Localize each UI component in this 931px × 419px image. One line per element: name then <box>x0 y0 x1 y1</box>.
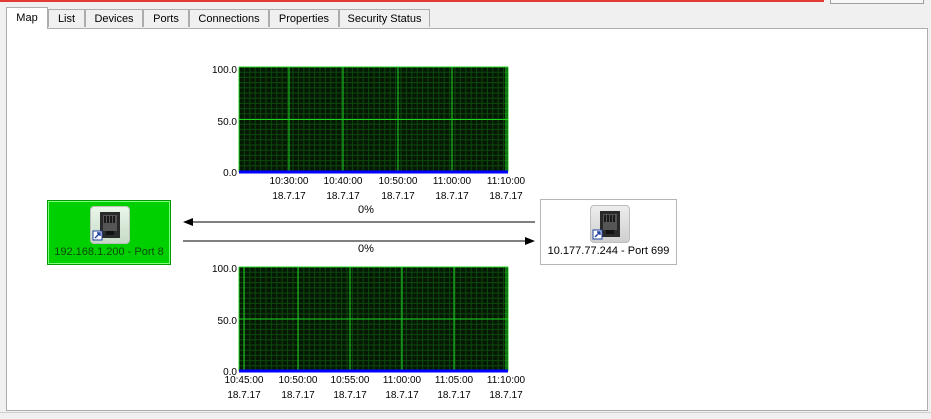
x-tick-date: 18.7.17 <box>333 390 367 401</box>
x-tick-time: 10:50:00 <box>278 375 318 386</box>
tab-map[interactable]: Map <box>6 7 48 29</box>
x-tick-date: 18.7.17 <box>437 390 471 401</box>
x-tick-date: 18.7.17 <box>272 191 306 202</box>
x-tick-time: 10:45:00 <box>224 375 264 386</box>
title-accent-line <box>0 0 824 2</box>
x-tick-time: 10:30:00 <box>269 176 309 187</box>
top-strip <box>0 0 931 4</box>
right-port-node[interactable]: 10.177.77.244 - Port 699 <box>540 199 677 265</box>
tab-security-status[interactable]: Security Status <box>339 9 430 27</box>
y-tick-label: 100.0 <box>211 264 237 275</box>
tab-connections[interactable]: Connections <box>189 9 269 27</box>
bottom-arrow-percent: 0% <box>358 243 374 255</box>
x-tick-date: 18.7.17 <box>385 390 419 401</box>
y-tick-label: 50.0 <box>217 316 237 327</box>
x-tick-date: 18.7.17 <box>326 191 360 202</box>
x-tick-time: 11:00:00 <box>382 375 422 386</box>
x-tick-time: 10:50:00 <box>378 176 418 187</box>
x-tick-date: 18.7.17 <box>489 390 523 401</box>
ethernet-port-icon <box>90 206 130 244</box>
x-tick-time: 11:05:00 <box>434 375 474 386</box>
x-tick-date: 18.7.17 <box>227 390 261 401</box>
x-tick-time: 11:00:00 <box>432 176 472 187</box>
x-tick-time: 10:40:00 <box>323 176 363 187</box>
toolbar-edge <box>830 0 924 4</box>
x-tick-time: 10:55:00 <box>330 375 370 386</box>
x-tick-date: 18.7.17 <box>435 191 469 202</box>
x-tick-date: 18.7.17 <box>381 191 415 202</box>
tab-devices[interactable]: Devices <box>85 9 143 27</box>
top-arrow-percent: 0% <box>358 204 374 216</box>
ethernet-port-icon <box>589 205 630 243</box>
left-node-label: 192.168.1.200 - Port 8 <box>54 246 164 258</box>
tab-properties[interactable]: Properties <box>269 9 339 27</box>
x-tick-time: 11:10:00 <box>486 375 526 386</box>
tab-bar: Map List Devices Ports Connections Prope… <box>0 7 931 29</box>
status-divider <box>0 412 931 413</box>
left-port-node[interactable]: 192.168.1.200 - Port 8 <box>47 200 171 265</box>
y-tick-label: 100.0 <box>211 65 237 76</box>
tab-list[interactable]: List <box>48 9 85 27</box>
x-tick-date: 18.7.17 <box>281 390 315 401</box>
x-tick-time: 11:10:00 <box>486 176 526 187</box>
y-tick-label: 0.0 <box>223 168 237 179</box>
tab-ports[interactable]: Ports <box>143 9 189 27</box>
right-node-label: 10.177.77.244 - Port 699 <box>547 245 670 257</box>
y-tick-label: 50.0 <box>217 117 237 128</box>
x-tick-date: 18.7.17 <box>489 191 523 202</box>
